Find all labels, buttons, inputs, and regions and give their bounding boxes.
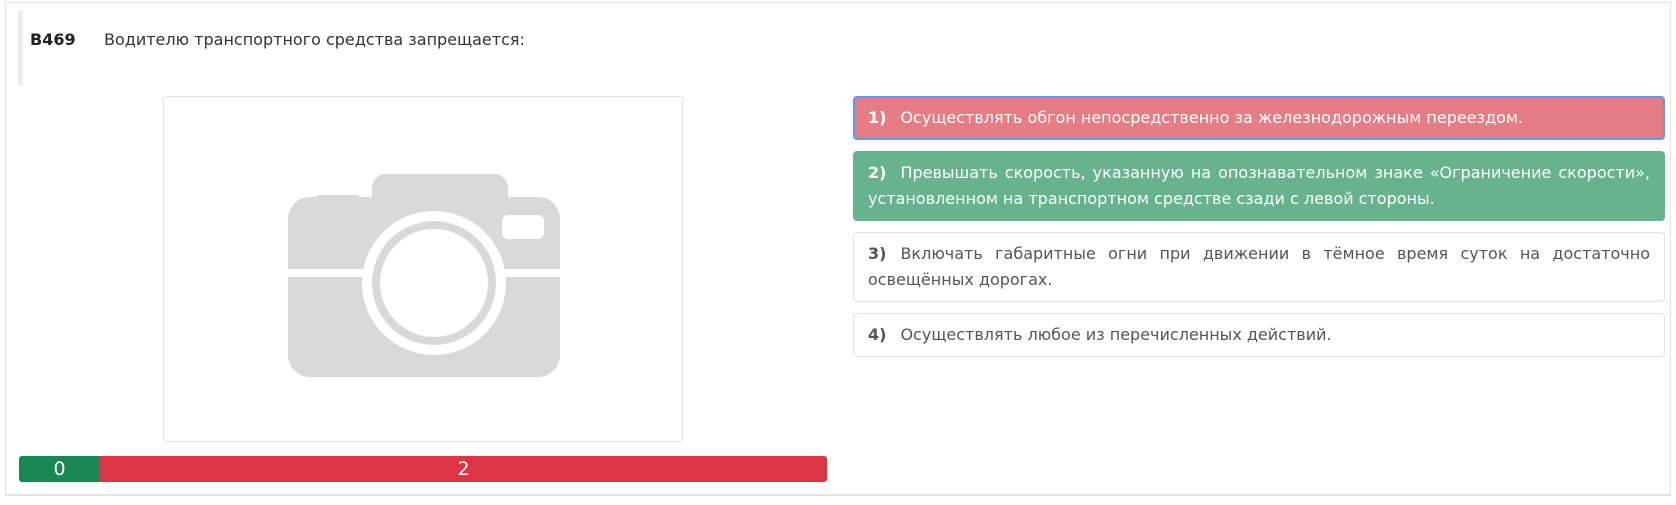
answer-text: Включать габаритные огни при движении в … xyxy=(868,244,1650,289)
answer-option-2[interactable]: 2) Превышать скорость, указанную на опозн… xyxy=(853,151,1665,221)
wrong-count: 2 xyxy=(100,456,827,482)
answer-list: 1) Осуществлять обгон непосредственно за … xyxy=(853,96,1665,368)
score-bar: 0 2 xyxy=(19,456,827,482)
divider xyxy=(5,494,1671,495)
question-text: Водителю транспортного средства запрещае… xyxy=(104,30,525,49)
answer-number: 2) xyxy=(868,163,887,182)
answer-text: Превышать скорость, указанную на опознав… xyxy=(868,163,1650,208)
question-card: B469 Водителю транспортного средства зап… xyxy=(5,2,1671,496)
question-number: B469 xyxy=(30,30,76,49)
answer-text: Осуществлять обгон непосредственно за же… xyxy=(900,108,1524,127)
answer-number: 1) xyxy=(868,108,887,127)
answer-option-3[interactable]: 3) Включать габаритные огни при движении … xyxy=(853,232,1665,302)
answer-option-4[interactable]: 4) Осуществлять любое из перечисленных де… xyxy=(853,313,1665,357)
correct-count: 0 xyxy=(19,456,100,482)
answer-number: 4) xyxy=(868,325,887,344)
answer-option-1[interactable]: 1) Осуществлять обгон непосредственно за … xyxy=(853,96,1665,140)
question-image xyxy=(163,96,683,442)
answer-text: Осуществлять любое из перечисленных дейс… xyxy=(900,325,1332,344)
answer-number: 3) xyxy=(868,244,887,263)
camera-placeholder-icon xyxy=(288,174,560,377)
